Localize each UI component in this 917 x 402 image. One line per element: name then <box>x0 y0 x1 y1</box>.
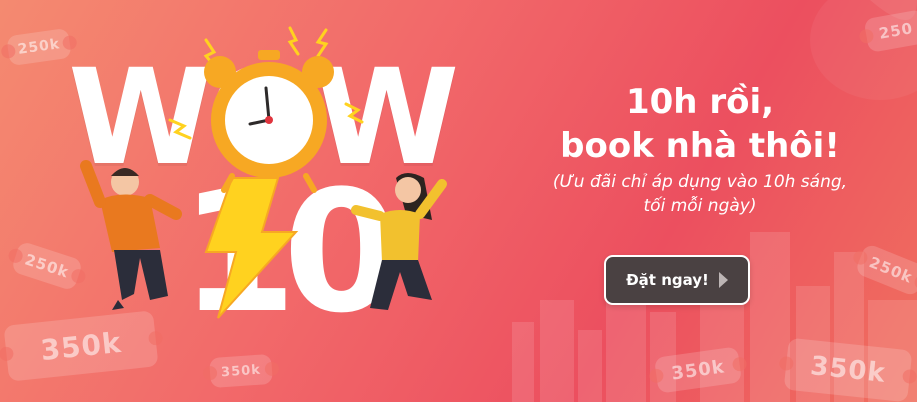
alarm-clock-icon <box>204 50 334 193</box>
promo-headline: 10h rồi, book nhà thôi! <box>490 80 910 168</box>
promo-note: (Ưu đãi chỉ áp dụng vào 10h sáng, tối mỗ… <box>490 170 910 218</box>
note-line: tối mỗi ngày) <box>643 196 757 216</box>
man-figure <box>80 160 182 310</box>
promo-banner: 250k 250k 350k 350k 250 250k 350k 350k W… <box>0 0 917 402</box>
book-now-button[interactable]: Đặt ngay! <box>604 255 750 305</box>
woman-figure <box>351 173 447 310</box>
chevron-right-icon <box>718 272 728 288</box>
lightning-bolt-icon <box>204 177 299 319</box>
note-line: (Ưu đãi chỉ áp dụng vào 10h sáng, <box>552 172 848 192</box>
book-now-label: Đặt ngay! <box>626 271 709 289</box>
headline-line: book nhà thôi! <box>560 126 840 166</box>
headline-line: 10h rồi, <box>625 82 775 122</box>
